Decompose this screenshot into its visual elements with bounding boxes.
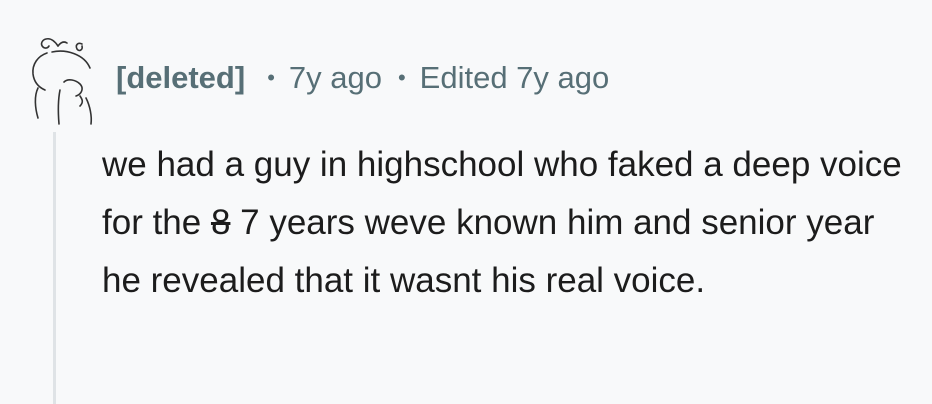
thread-line[interactable] xyxy=(53,132,56,404)
separator-dot: • xyxy=(267,65,275,90)
strikethrough-text: 8 xyxy=(210,203,231,242)
comment-age[interactable]: 7y ago xyxy=(289,60,382,96)
comment-body: we had a guy in highschool who faked a d… xyxy=(102,136,902,310)
comment: [deleted] • 7y ago • Edited 7y ago we ha… xyxy=(0,0,932,404)
edited-label: Edited 7y ago xyxy=(419,60,610,95)
author-name[interactable]: [deleted] xyxy=(116,60,245,96)
avatar[interactable] xyxy=(20,26,104,126)
comment-meta: [deleted] • 7y ago • Edited 7y ago xyxy=(116,56,609,100)
deleted-user-avatar-icon xyxy=(32,37,93,125)
separator-dot: • xyxy=(397,65,406,90)
comment-text: we had a guy in highschool who faked a d… xyxy=(102,136,902,310)
